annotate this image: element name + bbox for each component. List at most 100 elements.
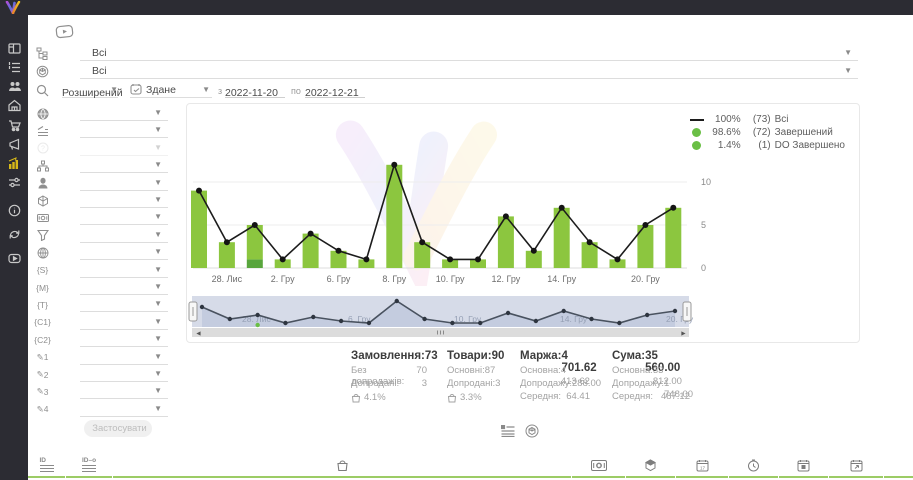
scroll-left-arrow[interactable]: ◄	[195, 331, 202, 338]
list-view-toggle[interactable]	[500, 424, 516, 438]
table-header-col-calendar-arrow[interactable]	[829, 455, 883, 478]
line-point[interactable]	[503, 213, 509, 219]
line-point[interactable]	[531, 248, 537, 254]
table-header-col-spacer[interactable]	[884, 455, 913, 478]
x-tick-label: 10. Гру	[436, 274, 465, 284]
filter-select[interactable]: ▼	[80, 297, 168, 312]
person-icon	[36, 177, 49, 190]
navigator-point	[255, 313, 259, 317]
line-point[interactable]	[670, 205, 676, 211]
app-sidebar	[0, 15, 28, 480]
chevron-down-icon: ▼	[202, 83, 210, 97]
sidebar-item-clients[interactable]	[7, 79, 21, 93]
date-from-input[interactable]: 2022-11-20	[225, 83, 285, 98]
table-header-col-bag[interactable]	[113, 455, 571, 478]
filter-select[interactable]: ▼	[80, 280, 168, 295]
sidebar-item-settings[interactable]	[7, 175, 21, 189]
navigator-label: 14. Гру	[560, 314, 588, 324]
app-logo	[4, 1, 22, 14]
bar-Завершений[interactable]	[247, 225, 263, 259]
apply-button[interactable]: Застосувати	[84, 420, 152, 437]
stat-row-label: Допродажу:	[612, 378, 664, 391]
status-filter-select[interactable]: Всі ▼	[80, 46, 858, 61]
filter-select[interactable]: ▼	[80, 402, 168, 417]
navigator[interactable]: 28. Лис6. Гру10. Гру14. Гру20. Гру	[189, 296, 694, 327]
stat-title: Маржа:4 701.62	[520, 350, 590, 365]
filter-select[interactable]: ▼	[80, 315, 168, 330]
table-header-col-timer[interactable]	[729, 455, 778, 478]
sidebar-item-dashboard[interactable]	[7, 41, 21, 55]
stat-row: Допродані:3	[447, 378, 495, 391]
line-point[interactable]	[196, 188, 202, 194]
filter-select[interactable]: ▼	[80, 332, 168, 347]
stat-badge-value: 4.1%	[364, 392, 386, 403]
product-view-toggle[interactable]	[524, 424, 540, 438]
line-point[interactable]	[391, 162, 397, 168]
filter-select[interactable]: ▼	[80, 158, 168, 173]
table-header-col-id-lines[interactable]: ID	[28, 455, 65, 478]
bar-Завершений[interactable]	[665, 208, 681, 268]
products-filter-select[interactable]: Всі ▼	[80, 64, 858, 79]
filter-select[interactable]: ▼	[80, 384, 168, 399]
line-point[interactable]	[336, 248, 342, 254]
table-header-col-calendar-date[interactable]: 17	[676, 455, 728, 478]
filter-row-M: {M} ▼	[28, 280, 168, 296]
brace-icon: {C1}	[36, 316, 49, 329]
video-tutorial-icon[interactable]	[55, 24, 77, 40]
line-point[interactable]	[447, 256, 453, 262]
announce-icon	[8, 138, 21, 151]
table-header-col-cube[interactable]	[626, 455, 675, 478]
bar-DO Завершено[interactable]	[247, 259, 263, 268]
filter-select[interactable]: ▼	[80, 367, 168, 382]
navigator-point	[645, 313, 649, 317]
filter-row-S: {S} ▼	[28, 263, 168, 279]
search-icon[interactable]	[36, 84, 49, 97]
cube-icon	[36, 194, 49, 207]
sidebar-item-warehouse[interactable]	[7, 98, 21, 112]
filter-select[interactable]: ▼	[80, 193, 168, 208]
x-tick-label: 20. Гру	[631, 274, 660, 284]
bar-Завершений[interactable]	[219, 242, 235, 268]
calendar-date-icon: 17	[696, 459, 709, 472]
sidebar-item-sync[interactable]	[7, 227, 21, 241]
stat-column-4: Сума:35 560.00Основна:33 812.00Допродажу…	[612, 350, 690, 404]
line-point[interactable]	[252, 222, 258, 228]
sidebar-item-orders-list[interactable]	[7, 60, 21, 74]
sidebar-item-stats[interactable]	[7, 156, 21, 170]
legend-swatch	[689, 128, 705, 137]
line-point[interactable]	[363, 256, 369, 262]
sidebar-item-cart[interactable]	[7, 118, 21, 132]
legend-percent: 98.6%	[709, 127, 741, 138]
filter-select[interactable]: ▼	[80, 350, 168, 365]
line-point[interactable]	[308, 231, 314, 237]
scroll-right-arrow[interactable]: ►	[680, 331, 687, 338]
table-header-col-calendar-box[interactable]	[779, 455, 828, 478]
line-point[interactable]	[615, 256, 621, 262]
sidebar-item-announce[interactable]	[7, 137, 21, 151]
chart-scrollbar[interactable]: ◄►	[192, 328, 689, 338]
line-point[interactable]	[280, 256, 286, 262]
stat-row-value: 1 748.00	[664, 378, 693, 391]
table-header-col-money[interactable]: O	[572, 455, 625, 478]
search-row: Розширений ▼ Здане ▼ з 2022-11-20 по 202…	[28, 83, 858, 99]
line-point[interactable]	[559, 205, 565, 211]
date-field-select[interactable]: Здане ▼	[130, 83, 212, 98]
filter-select[interactable]: ▼	[80, 106, 168, 121]
sidebar-item-video[interactable]	[7, 251, 21, 265]
sidebar-item-info[interactable]	[7, 203, 21, 217]
bag-icon	[336, 459, 349, 472]
line-point[interactable]	[419, 239, 425, 245]
table-header-col-id-link[interactable]: ID–o	[66, 455, 112, 478]
date-to-input[interactable]: 2022-12-21	[305, 83, 365, 98]
search-mode-select[interactable]: Розширений ▼	[62, 83, 118, 98]
filter-select[interactable]: ▼	[80, 123, 168, 138]
line-point[interactable]	[224, 239, 230, 245]
filter-select[interactable]: ▼	[80, 245, 168, 260]
filter-select[interactable]: ▼	[80, 176, 168, 191]
line-point[interactable]	[475, 256, 481, 262]
filter-select[interactable]: ▼	[80, 210, 168, 225]
line-point[interactable]	[642, 222, 648, 228]
line-point[interactable]	[587, 239, 593, 245]
filter-select[interactable]: ▼	[80, 228, 168, 243]
filter-select[interactable]: ▼	[80, 263, 168, 278]
